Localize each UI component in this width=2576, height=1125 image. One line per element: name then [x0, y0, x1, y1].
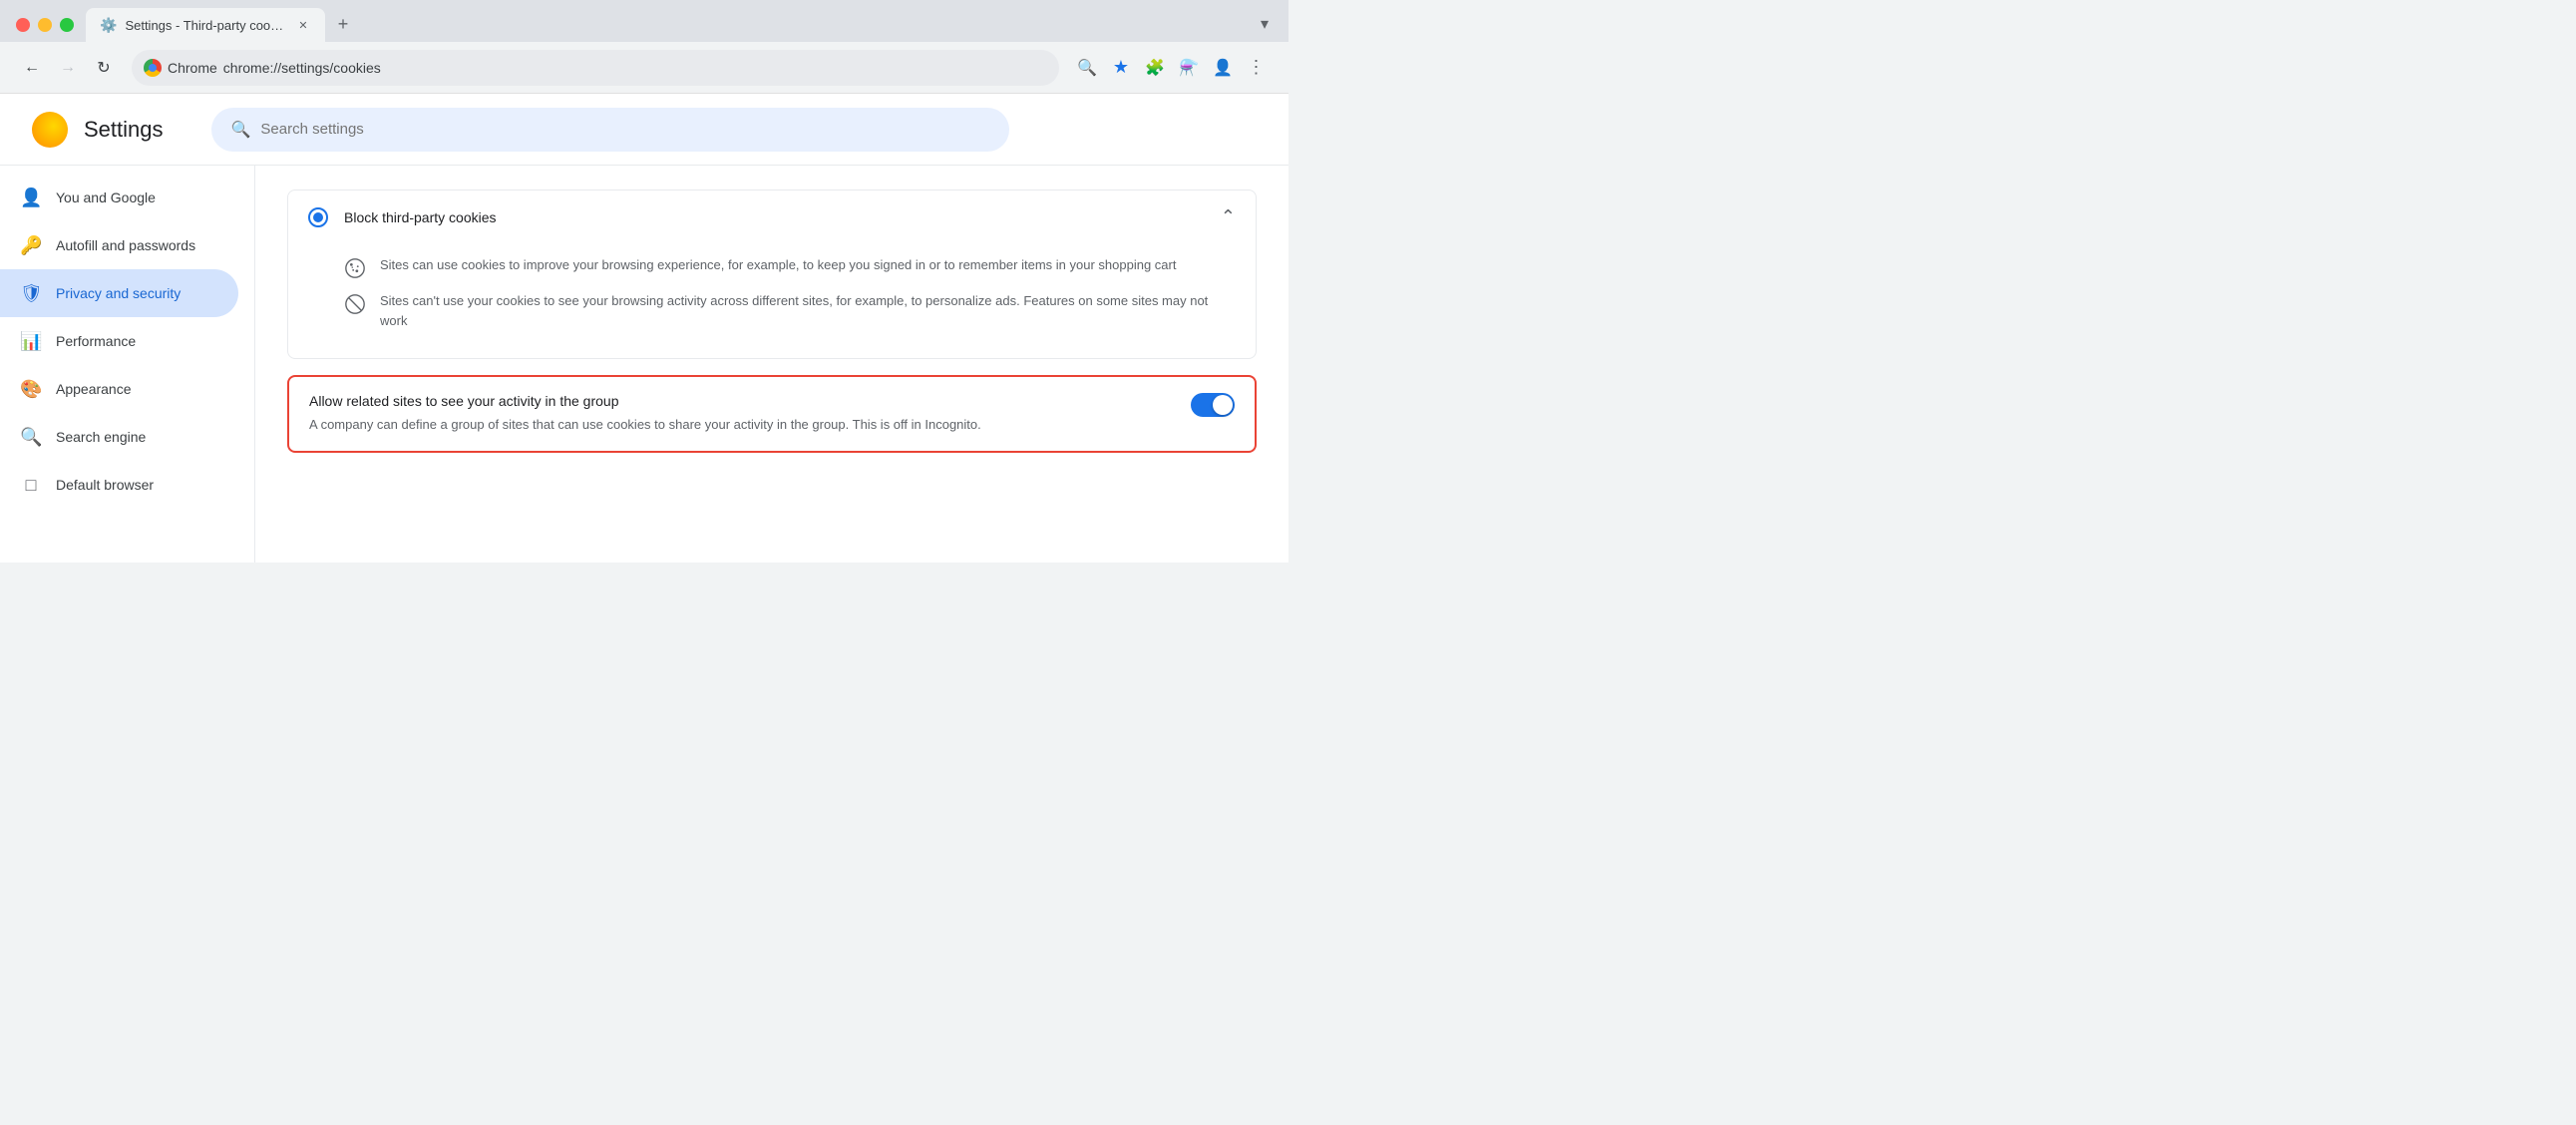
sidebar-label-default-browser: Default browser: [56, 477, 154, 493]
nav-right-buttons: 🔍 ★ 🧩 ⚗️ 👤 ⋮: [1071, 52, 1273, 84]
settings-page: Settings 🔍 👤 You and Google 🔑 Autofill a…: [0, 94, 1288, 562]
gauge-icon: 📊: [20, 331, 42, 352]
star-icon: ★: [1113, 57, 1129, 78]
palette-icon: 🎨: [20, 379, 42, 400]
highlighted-text-block: Allow related sites to see your activity…: [309, 393, 1171, 435]
allow-related-toggle[interactable]: [1191, 393, 1235, 417]
tab-favicon: ⚙️: [100, 17, 117, 34]
sidebar-label-search-engine: Search engine: [56, 429, 146, 445]
reload-button[interactable]: ↻: [88, 52, 120, 84]
tab-close-button[interactable]: ✕: [295, 17, 311, 33]
sidebar-item-appearance[interactable]: 🎨 Appearance: [0, 365, 238, 413]
info-text-2: Sites can't use your cookies to see your…: [380, 291, 1236, 330]
tab-title: Settings - Third-party cookie...: [125, 18, 287, 33]
chrome-logo-icon: [144, 59, 162, 77]
settings-header: Settings 🔍: [0, 94, 1288, 166]
extensions-button[interactable]: 🧩: [1139, 52, 1171, 84]
block-cookies-expanded: Sites can use cookies to improve your br…: [288, 255, 1256, 358]
title-bar: ⚙️ Settings - Third-party cookie... ✕ + …: [0, 0, 1288, 42]
sidebar-label-autofill: Autofill and passwords: [56, 237, 195, 253]
back-button[interactable]: ←: [16, 52, 48, 84]
key-icon: 🔑: [20, 235, 42, 256]
allow-related-description: A company can define a group of sites th…: [309, 415, 1171, 435]
sidebar-item-search-engine[interactable]: 🔍 Search engine: [0, 413, 238, 461]
page-title: Settings: [84, 117, 164, 143]
more-icon: ⋮: [1248, 57, 1267, 78]
main-content: Block third-party cookies ⌃: [255, 166, 1288, 562]
info-text-1: Sites can use cookies to improve your br…: [380, 255, 1176, 275]
search-icon: 🔍: [231, 120, 251, 140]
search-icon: 🔍: [20, 427, 42, 448]
tab-dropdown-button[interactable]: ▾: [1253, 12, 1277, 36]
allow-related-title: Allow related sites to see your activity…: [309, 393, 1171, 409]
active-tab[interactable]: ⚙️ Settings - Third-party cookie... ✕: [86, 8, 325, 42]
close-window-button[interactable]: [16, 18, 30, 32]
bookmark-button[interactable]: ★: [1105, 52, 1137, 84]
minimize-window-button[interactable]: [38, 18, 52, 32]
maximize-window-button[interactable]: [60, 18, 74, 32]
chrome-label: Chrome: [168, 60, 217, 76]
block-cookies-radio[interactable]: [308, 207, 328, 227]
shield-icon: 🛡: [20, 283, 42, 304]
sidebar: 👤 You and Google 🔑 Autofill and password…: [0, 166, 255, 562]
zoom-button[interactable]: 🔍: [1071, 52, 1103, 84]
search-input[interactable]: [260, 121, 988, 138]
zoom-icon: 🔍: [1077, 58, 1097, 78]
sidebar-item-performance[interactable]: 📊 Performance: [0, 317, 238, 365]
url-display: chrome://settings/cookies: [223, 60, 381, 76]
info-row-1: Sites can use cookies to improve your br…: [344, 255, 1236, 279]
labs-button[interactable]: ⚗️: [1173, 52, 1205, 84]
sidebar-label-appearance: Appearance: [56, 381, 132, 397]
sidebar-item-you-and-google[interactable]: 👤 You and Google: [0, 174, 238, 221]
settings-logo: [32, 112, 68, 148]
chevron-up-icon: ⌃: [1221, 206, 1236, 227]
browser-icon: □: [20, 475, 42, 496]
profile-button[interactable]: 👤: [1207, 52, 1239, 84]
forward-button[interactable]: →: [52, 52, 84, 84]
sidebar-label-privacy: Privacy and security: [56, 285, 181, 301]
sidebar-item-default-browser[interactable]: □ Default browser: [0, 461, 238, 509]
person-icon: 👤: [1213, 58, 1233, 78]
tab-bar: ⚙️ Settings - Third-party cookie... ✕ + …: [86, 8, 1281, 42]
block-cookies-label: Block third-party cookies: [344, 209, 1221, 225]
cookie-icon: [344, 257, 366, 279]
sidebar-label-you-and-google: You and Google: [56, 189, 156, 205]
block-cookies-section: Block third-party cookies ⌃: [287, 189, 1257, 359]
address-bar-container: Chrome chrome://settings/cookies: [132, 50, 1059, 86]
puzzle-icon: 🧩: [1145, 58, 1165, 78]
sidebar-item-privacy[interactable]: 🛡 Privacy and security: [0, 269, 238, 317]
settings-body: 👤 You and Google 🔑 Autofill and password…: [0, 166, 1288, 562]
flask-icon: ⚗️: [1179, 58, 1199, 78]
browser-frame: ⚙️ Settings - Third-party cookie... ✕ + …: [0, 0, 1288, 562]
new-tab-button[interactable]: +: [329, 10, 357, 38]
nav-bar: ← → ↻ Chrome chrome://settings/cookies 🔍…: [0, 42, 1288, 94]
sidebar-item-autofill[interactable]: 🔑 Autofill and passwords: [0, 221, 238, 269]
address-bar[interactable]: Chrome chrome://settings/cookies: [132, 50, 1059, 86]
block-icon: [344, 293, 366, 315]
person-icon: 👤: [20, 188, 42, 208]
window-controls: [8, 18, 86, 42]
block-cookies-header[interactable]: Block third-party cookies ⌃: [288, 190, 1256, 243]
info-row-2: Sites can't use your cookies to see your…: [344, 291, 1236, 330]
allow-related-sites-section: Allow related sites to see your activity…: [287, 375, 1257, 453]
more-button[interactable]: ⋮: [1241, 52, 1273, 84]
sidebar-label-performance: Performance: [56, 333, 136, 349]
search-bar[interactable]: 🔍: [211, 108, 1009, 152]
